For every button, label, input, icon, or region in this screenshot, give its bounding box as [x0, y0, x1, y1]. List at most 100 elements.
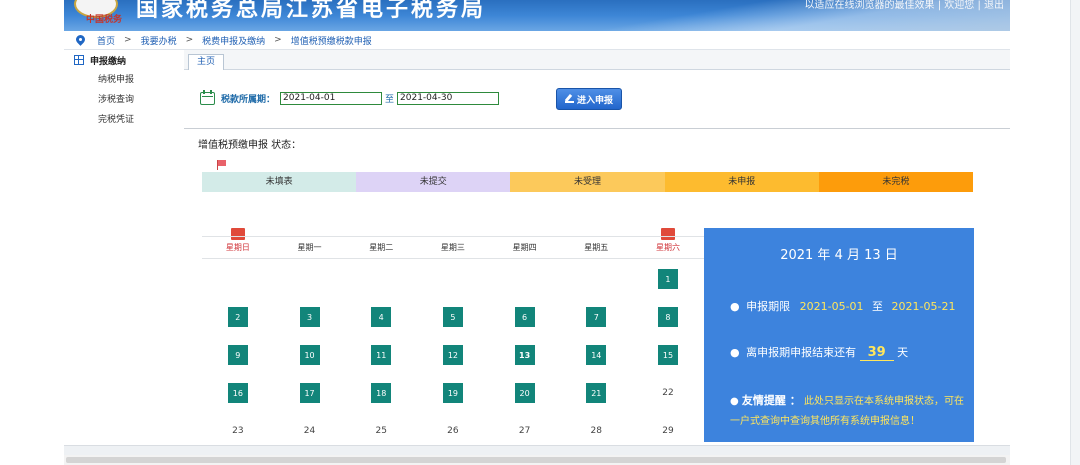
calendar-cell: 5	[417, 298, 489, 336]
period-to-label: 至	[385, 94, 395, 105]
calendar-day[interactable]: 1	[657, 269, 678, 289]
calendar-cell: 12	[417, 336, 489, 374]
calendar-cell: 18	[345, 374, 417, 412]
calendar-cell: 16	[202, 374, 274, 412]
calendar-day[interactable]: 26	[443, 421, 463, 441]
breadcrumb-separator: >	[124, 35, 132, 45]
calendar-cell: 6	[489, 298, 561, 336]
calendar-day[interactable]: 4	[371, 307, 392, 327]
calendar-cell: 20	[489, 374, 561, 412]
calendar-day[interactable]: 22	[658, 383, 678, 403]
remaining-suffix: 天	[897, 346, 909, 359]
legend-item: 未申报	[664, 172, 819, 192]
calendar-cell: 21	[560, 374, 632, 412]
window-edge	[1070, 0, 1080, 465]
declare-calendar: 星期日 星期一 星期二 星期三 星期四 星期五 星期六 1 2 3 4 5 6 7 8 9 10 11 12 13 1…	[202, 228, 704, 450]
calendar-day[interactable]: 5	[442, 307, 463, 327]
sidebar-item-tax-declare[interactable]: 纳税申报	[64, 70, 184, 90]
calendar-cell: 1	[632, 260, 704, 298]
weekday-header: 星期日 星期一 星期二 星期三 星期四 星期五 星期六	[202, 236, 704, 259]
calendar-cell: 15	[632, 336, 704, 374]
period-row: 税款所属期： 至	[200, 88, 500, 108]
top-links[interactable]: 以适应在线浏览器的最佳效果 | 欢迎您 | 退出	[805, 0, 1004, 11]
remaining-prefix: 离申报期申报结束还有	[746, 346, 857, 359]
calendar-day[interactable]: 9	[227, 345, 248, 365]
calendar-day[interactable]: 24	[300, 421, 320, 441]
weekday-label: 星期一	[297, 243, 322, 252]
calendar-day[interactable]: 2	[227, 307, 248, 327]
calendar-cell: 19	[417, 374, 489, 412]
period-label: 税款所属期：	[221, 94, 276, 105]
calendar-day[interactable]: 20	[514, 383, 535, 403]
enter-declare-button[interactable]: 进入申报	[556, 88, 622, 110]
breadcrumb-declare-pay[interactable]: 税费申报及缴纳	[202, 34, 265, 47]
site-banner: 中国税务 国家税务总局江苏省电子税务局 以适应在线浏览器的最佳效果 | 欢迎您 …	[64, 0, 1010, 31]
calendar-week-row: 2 3 4 5 6 7 8	[202, 298, 704, 336]
calendar-icon	[200, 89, 215, 105]
calendar-day[interactable]: 19	[442, 383, 463, 403]
info-panel: 2021 年 4 月 13 日 ● 申报期限 2021-05-01 至 2021…	[704, 228, 974, 442]
sidebar-item-tax-query[interactable]: 涉税查询	[64, 90, 184, 110]
scrollbar-thumb[interactable]	[66, 457, 1006, 463]
calendar-day-today[interactable]: 13	[514, 345, 535, 365]
legend-item: 未完税	[818, 172, 974, 192]
calendar-day[interactable]: 14	[586, 345, 607, 365]
bullet: ●	[730, 300, 740, 313]
calendar-day[interactable]: 28	[586, 421, 606, 441]
horizontal-scrollbar[interactable]	[64, 455, 1010, 465]
calendar-day[interactable]: 21	[586, 383, 607, 403]
sidebar-item-tax-certificate[interactable]: 完税凭证	[64, 110, 184, 130]
calendar-cell: 22	[632, 374, 704, 412]
calendar-cell: 14	[560, 336, 632, 374]
weekday-label: 星期四	[512, 243, 537, 252]
calendar-day[interactable]: 12	[442, 345, 463, 365]
grid-icon	[74, 55, 84, 65]
calendar-cell: 11	[345, 336, 417, 374]
calendar-day[interactable]: 17	[299, 383, 320, 403]
calendar-cell: 2	[202, 298, 274, 336]
calendar-cell: 17	[274, 374, 346, 412]
calendar-cell	[345, 260, 417, 298]
breadcrumb-home[interactable]: 首页	[97, 34, 115, 47]
status-legend: 未填表 未提交 未受理 未申报 未完税	[202, 172, 974, 192]
sidebar-section-declare[interactable]: 申报缴纳	[64, 50, 184, 70]
legend-item: 未受理	[510, 172, 665, 192]
remaining-days: 39	[859, 345, 894, 361]
calendar-week-row: 9 10 11 12 13 14 15	[202, 336, 704, 374]
period-end-input[interactable]	[397, 91, 500, 105]
calendar-day[interactable]: 16	[227, 383, 248, 403]
deadline-label: 申报期限	[746, 300, 791, 313]
calendar-week-row: 16 17 18 19 20 21 22	[202, 374, 704, 412]
calendar-cell: 4	[345, 298, 417, 336]
calendar-day[interactable]: 15	[657, 345, 678, 365]
breadcrumb-tax-service[interactable]: 我要办税	[141, 34, 177, 47]
emblem-text: 中国税务	[86, 15, 123, 25]
period-start-input[interactable]	[280, 91, 383, 105]
sidebar: 申报缴纳 纳税申报 涉税查询 完税凭证	[64, 50, 184, 445]
calendar-day[interactable]: 23	[228, 421, 248, 441]
breadcrumb-current[interactable]: 增值税预缴税款申报	[291, 34, 372, 47]
calendar-day[interactable]: 7	[586, 307, 607, 327]
bullet: ●	[730, 346, 740, 359]
deadline-end: 2021-05-21	[891, 300, 956, 313]
weekday-label: 星期六	[655, 243, 680, 252]
breadcrumb-separator: >	[274, 35, 282, 45]
weekday-label: 星期三	[440, 243, 465, 252]
calendar-cell: 9	[202, 336, 274, 374]
calendar-day[interactable]: 11	[371, 345, 392, 365]
calendar-day[interactable]: 27	[515, 421, 535, 441]
calendar-day[interactable]: 8	[657, 307, 678, 327]
calendar-day[interactable]: 29	[658, 421, 678, 441]
calendar-day[interactable]: 6	[514, 307, 535, 327]
calendar-cell	[274, 260, 346, 298]
calendar-day[interactable]: 10	[299, 345, 320, 365]
calendar-day[interactable]: 3	[299, 307, 320, 327]
tab-home[interactable]: 主页	[188, 54, 224, 70]
info-current-date: 2021 年 4 月 13 日	[780, 248, 898, 263]
calendar-day[interactable]: 18	[371, 383, 392, 403]
weekday-label: 星期二	[369, 243, 394, 252]
weekday-label: 星期日	[225, 243, 250, 252]
calendar-cell: 8	[632, 298, 704, 336]
calendar-day[interactable]: 25	[371, 421, 391, 441]
calendar-week-row: 1	[202, 260, 704, 298]
